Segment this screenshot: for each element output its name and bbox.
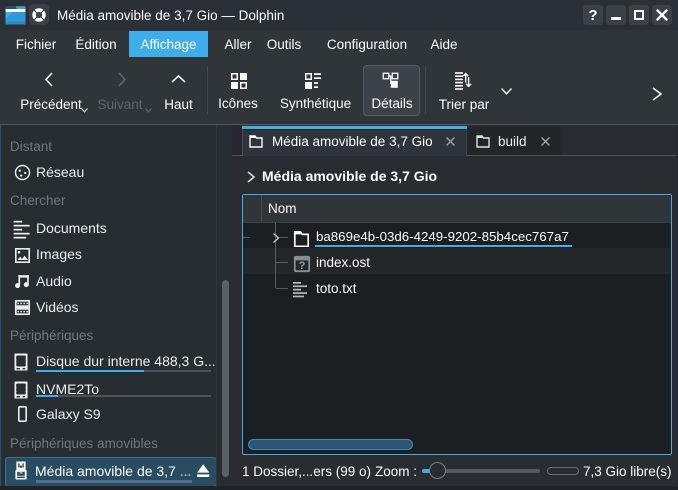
svg-text:?: ? <box>299 260 306 272</box>
